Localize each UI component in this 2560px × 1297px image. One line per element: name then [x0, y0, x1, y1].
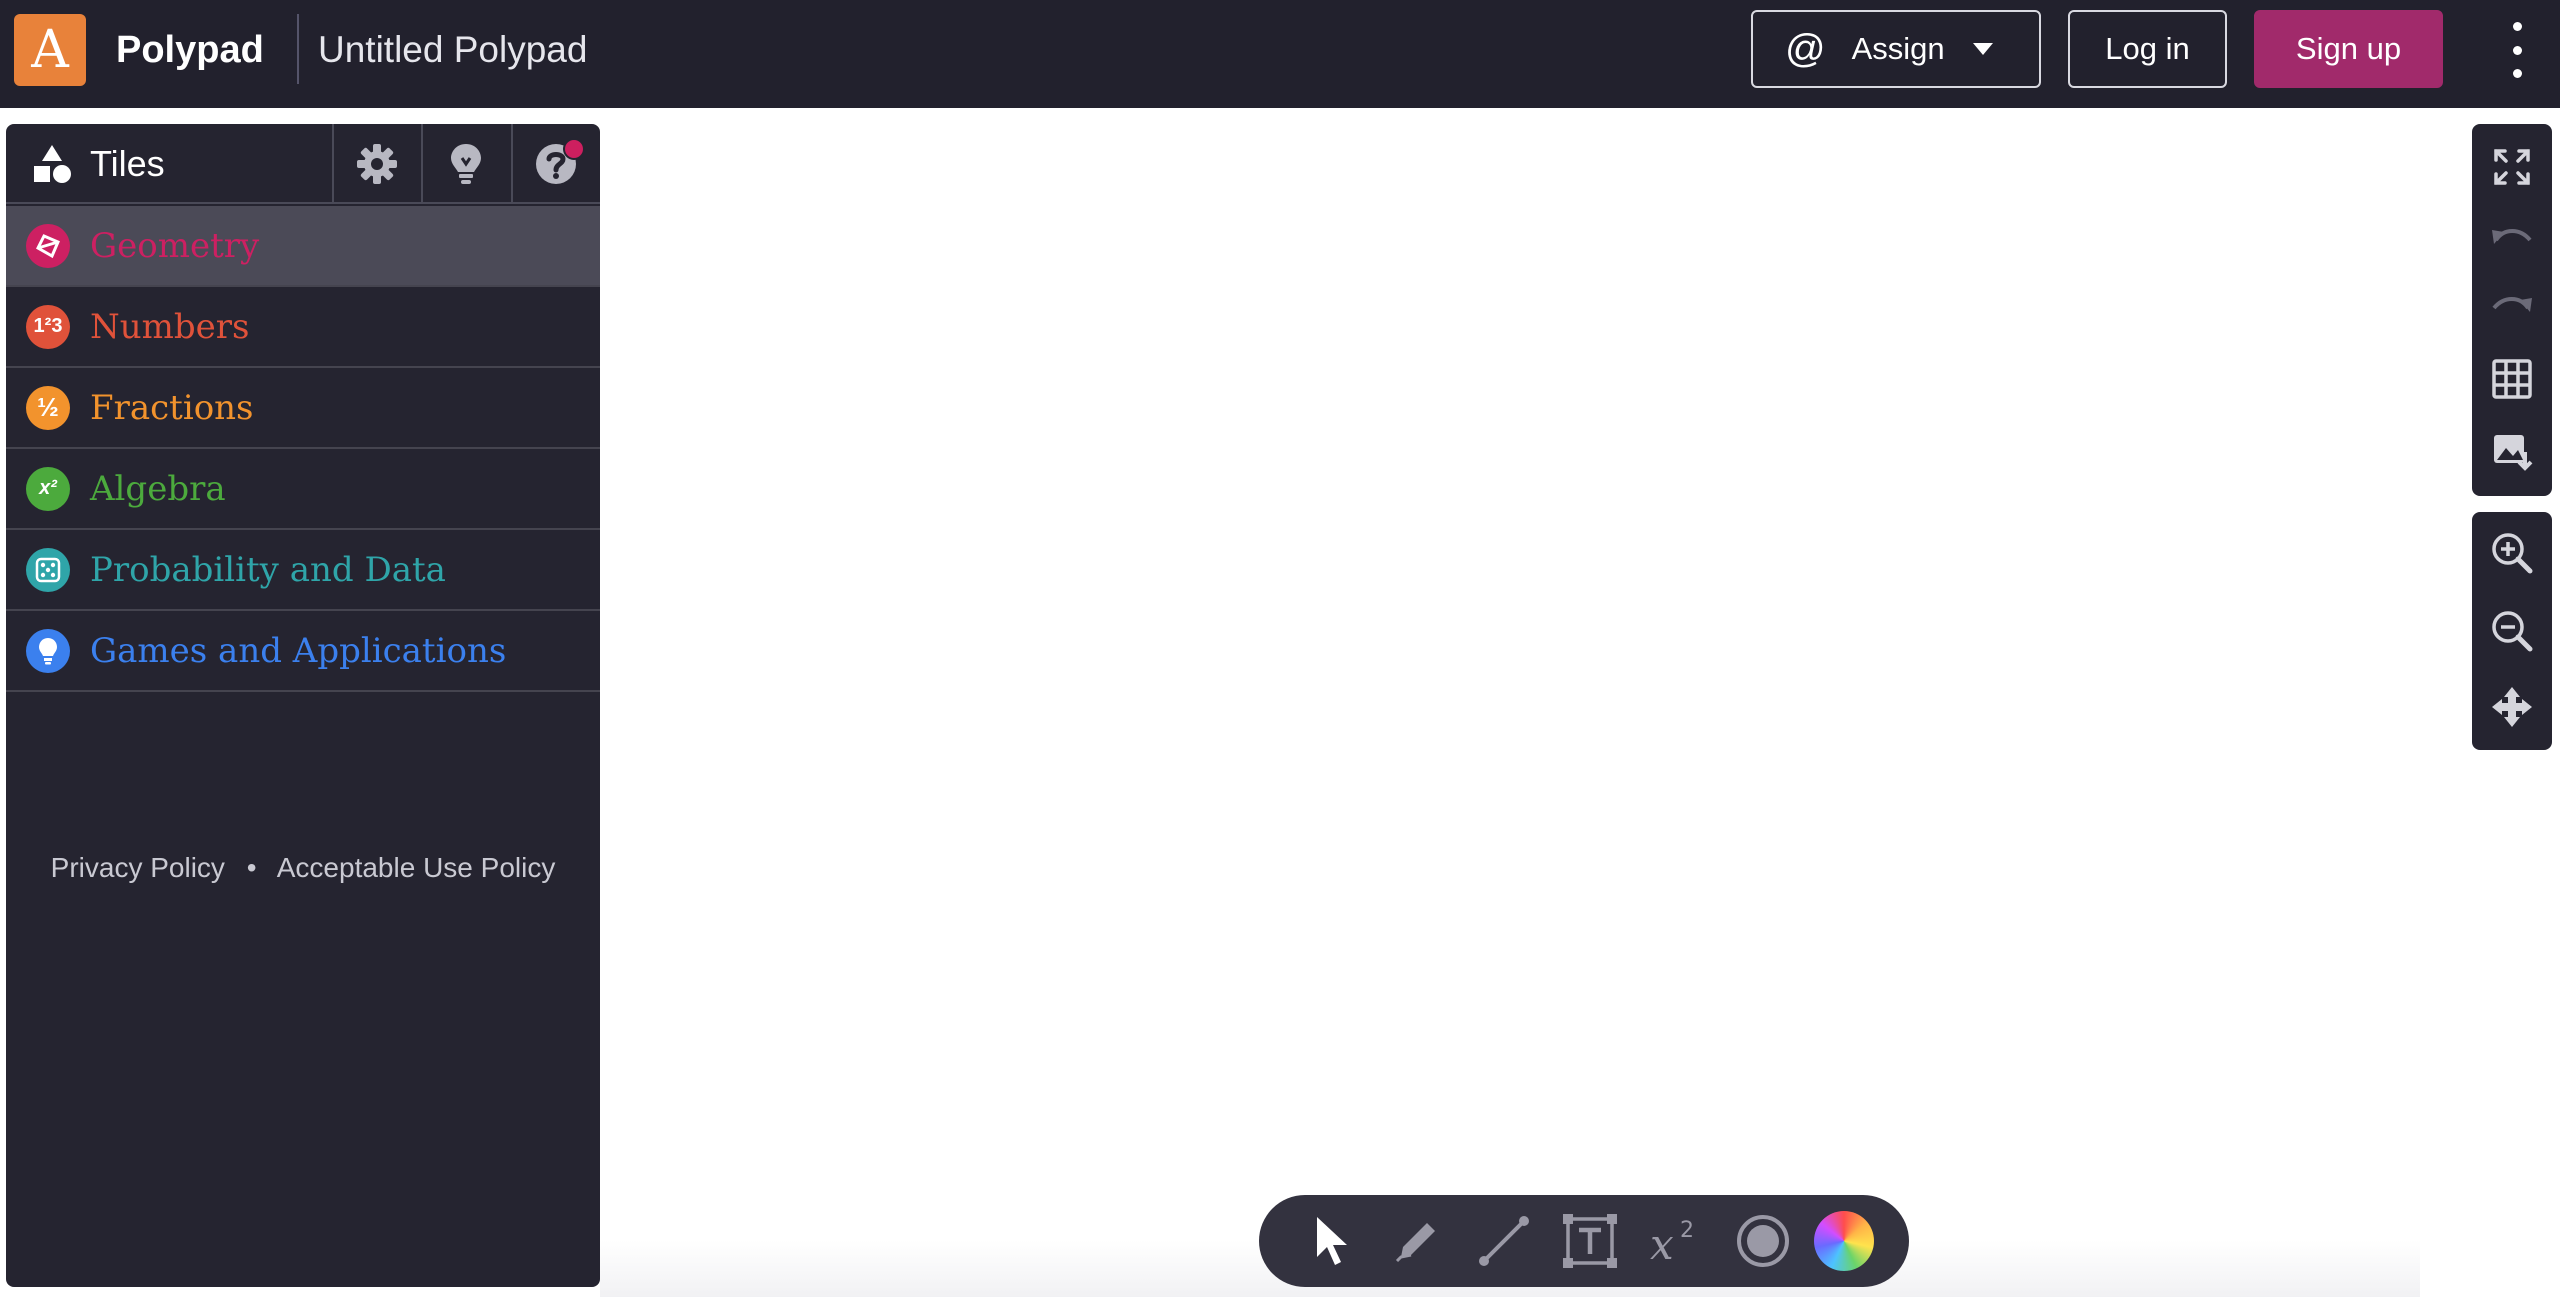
assign-label: Assign — [1851, 31, 1945, 66]
category-label: Algebra — [90, 468, 226, 509]
grid-icon — [2492, 359, 2532, 399]
more-menu-icon[interactable] — [2503, 22, 2531, 78]
stroke-circle-icon — [1737, 1215, 1789, 1267]
category-label: Probability and Data — [90, 549, 446, 590]
document-title[interactable]: Untitled Polypad — [318, 24, 587, 76]
fullscreen-button[interactable] — [2472, 132, 2552, 202]
acceptable-use-policy-link[interactable]: Acceptable Use Policy — [277, 852, 556, 883]
pen-icon — [1395, 1223, 1435, 1263]
category-list: Geometry 1²3 Numbers ½ Fractions x² Alge… — [6, 206, 600, 692]
select-tool-button[interactable] — [1299, 1209, 1363, 1273]
algebra-icon: x² — [26, 466, 70, 511]
category-label: Games and Applications — [90, 630, 507, 671]
export-image-button[interactable] — [2472, 416, 2552, 486]
line-tool-button[interactable] — [1472, 1209, 1536, 1273]
tab-tiles-label: Tiles — [90, 143, 165, 184]
category-algebra[interactable]: x² Algebra — [6, 449, 600, 530]
fullscreen-icon — [2494, 149, 2530, 185]
caret-down-icon — [1972, 43, 1993, 55]
svg-text:x: x — [1650, 1220, 1674, 1269]
pan-button[interactable] — [2472, 672, 2552, 742]
app-logo[interactable]: A — [14, 14, 86, 86]
text-tool-button[interactable] — [1558, 1209, 1622, 1273]
category-numbers[interactable]: 1²3 Numbers — [6, 287, 600, 368]
ideas-button[interactable] — [421, 124, 509, 204]
signup-button[interactable]: Sign up — [2254, 10, 2443, 88]
equation-tool-button[interactable]: x 2 — [1644, 1209, 1708, 1273]
footer-separator: • — [246, 852, 257, 883]
canvas-toolbar — [2472, 124, 2552, 496]
numbers-icon: 1²3 — [26, 304, 70, 349]
stroke-width-button[interactable] — [1731, 1209, 1795, 1273]
zoom-out-icon — [2492, 611, 2533, 652]
category-fractions[interactable]: ½ Fractions — [6, 368, 600, 449]
zoom-out-button[interactable] — [2472, 596, 2552, 666]
app-name[interactable]: Polypad — [116, 24, 264, 76]
lightbulb-icon — [26, 628, 70, 673]
category-label: Numbers — [90, 306, 250, 347]
zoom-in-icon — [2492, 533, 2533, 574]
line-icon — [1479, 1216, 1529, 1266]
polygon-icon — [26, 223, 70, 268]
at-icon: @ — [1785, 26, 1826, 71]
grid-button[interactable] — [2472, 344, 2552, 414]
text-box-icon — [1563, 1214, 1617, 1268]
sidebar-header: Tiles — [6, 124, 600, 204]
zoom-in-button[interactable] — [2472, 518, 2552, 588]
drawing-toolbar: x 2 — [1259, 1195, 1909, 1287]
gear-icon — [357, 144, 397, 184]
login-button[interactable]: Log in — [2068, 10, 2227, 88]
zoom-toolbar — [2472, 512, 2552, 750]
top-bar: A Polypad Untitled Polypad @ Assign Log … — [0, 0, 2560, 108]
dice-icon — [26, 547, 70, 592]
category-probability[interactable]: Probability and Data — [6, 530, 600, 611]
pointer-icon — [1317, 1217, 1347, 1265]
category-geometry[interactable]: Geometry — [6, 206, 600, 287]
color-wheel-icon — [1814, 1211, 1874, 1271]
help-button[interactable] — [511, 124, 599, 204]
undo-icon — [2492, 229, 2532, 244]
privacy-policy-link[interactable]: Privacy Policy — [51, 852, 225, 883]
notification-dot — [563, 138, 585, 160]
pen-tool-button[interactable] — [1385, 1209, 1449, 1273]
category-games[interactable]: Games and Applications — [6, 611, 600, 692]
redo-button[interactable] — [2472, 272, 2552, 342]
tab-tiles[interactable]: Tiles — [6, 124, 332, 204]
move-arrows-icon — [2492, 687, 2532, 727]
title-divider — [297, 14, 299, 84]
svg-text:2: 2 — [1680, 1218, 1694, 1243]
shapes-icon — [34, 145, 71, 183]
sidebar-footer: Privacy Policy • Acceptable Use Policy — [6, 852, 600, 884]
download-image-icon — [2494, 435, 2533, 471]
lightbulb-icon — [451, 144, 481, 184]
undo-button[interactable] — [2472, 204, 2552, 274]
assign-button[interactable]: @ Assign — [1751, 10, 2041, 88]
redo-icon — [2492, 297, 2532, 312]
sidebar: Tiles Geometry 1²3 Numbers ½ Fractions x… — [6, 124, 600, 1287]
equation-icon: x 2 — [1650, 1218, 1694, 1269]
category-label: Fractions — [90, 387, 254, 428]
fraction-icon: ½ — [26, 385, 70, 430]
category-label: Geometry — [90, 225, 260, 266]
settings-button[interactable] — [332, 124, 420, 204]
color-picker-button[interactable] — [1812, 1209, 1876, 1273]
